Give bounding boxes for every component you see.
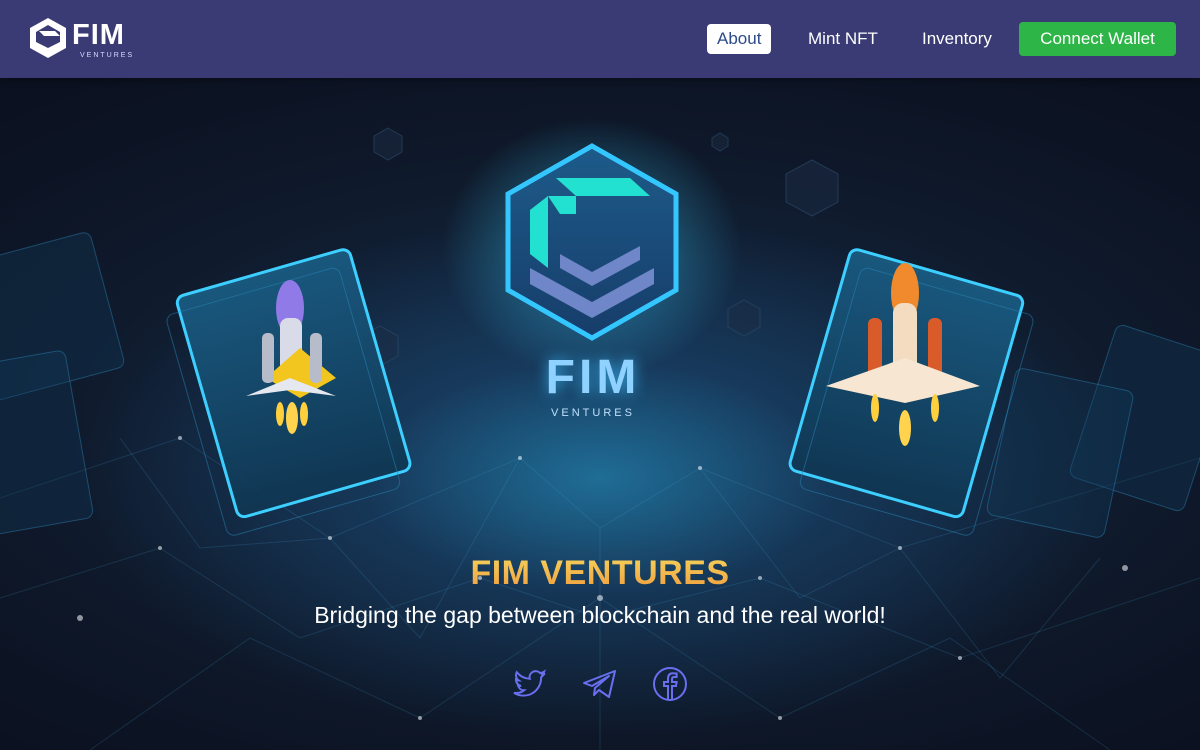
twitter-link[interactable] [510,664,550,704]
telegram-link[interactable] [580,664,620,704]
nav-inventory-link[interactable]: Inventory [912,24,1002,54]
navbar: FIM VENTURES About Mint NFT Inventory Co… [0,0,1200,78]
nav-about-link[interactable]: About [707,24,772,54]
facebook-link[interactable] [650,664,690,704]
logo-text: FIM [72,19,125,51]
hero-tagline: Bridging the gap between blockchain and … [314,602,886,628]
hero-section: FIM VENTURES FIM VENTURES Bridging the g… [0,78,1200,750]
brand-logo[interactable]: FIM VENTURES [26,16,138,62]
connect-wallet-button[interactable]: Connect Wallet [1019,22,1176,56]
logo-subtext: VENTURES [80,52,135,59]
fim-logo-icon [30,18,66,58]
twitter-icon [513,669,547,697]
hero-title: FIM VENTURES [0,554,1200,593]
telegram-icon [583,670,616,698]
emblem-text: FIM [545,351,641,404]
facebook-icon [653,667,687,701]
emblem-subtext: VENTURES [551,407,635,419]
nav-mint-nft-link[interactable]: Mint NFT [798,24,888,54]
